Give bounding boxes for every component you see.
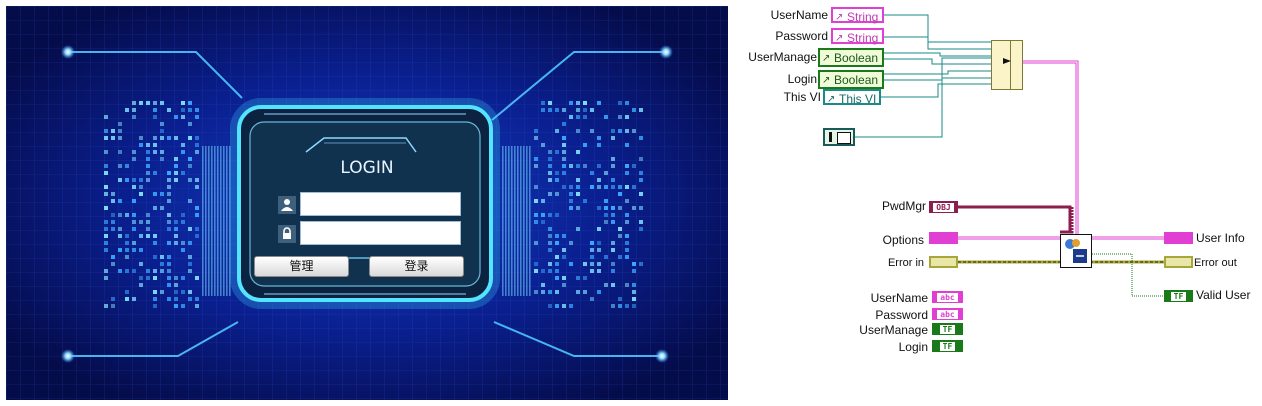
error-out-label: Error out xyxy=(1194,257,1237,269)
pwdmgr-label: PwdMgr xyxy=(881,199,926,213)
this-vi-ref-type: This VI xyxy=(839,92,877,106)
reference-icon: ↗ xyxy=(827,94,836,105)
bottom-control-terminal[interactable]: TF xyxy=(932,323,963,335)
login-title: LOGIN xyxy=(340,158,394,178)
vi-icon xyxy=(837,132,851,144)
username-ref-control[interactable]: ↗ String xyxy=(831,7,884,24)
bottom-control-label: UserName xyxy=(870,291,928,305)
validate-user-subvi[interactable] xyxy=(1060,234,1092,268)
password-ref-type: String xyxy=(847,31,879,45)
bottom-control-type: TF xyxy=(939,342,956,351)
lock-icon xyxy=(278,225,296,243)
bottom-control-label: Password xyxy=(875,308,928,322)
user-icon xyxy=(278,196,296,214)
error-out-terminal[interactable] xyxy=(1164,256,1193,268)
usermanage-ref-type: Boolean xyxy=(834,51,879,65)
this-vi-ref-label: This VI xyxy=(783,90,821,104)
reference-icon: ↗ xyxy=(822,53,831,64)
block-diagram: UserName ↗ String Password ↗ String UserMa… xyxy=(732,0,1262,406)
login-button[interactable]: 登录 xyxy=(369,256,464,277)
pwdmgr-type: OBJ xyxy=(933,203,954,212)
login-ref-label: Login xyxy=(787,72,817,86)
reference-icon: ↗ xyxy=(835,33,844,44)
user-info-label: User Info xyxy=(1196,231,1245,245)
reference-icon xyxy=(829,132,832,142)
bottom-control-type: TF xyxy=(939,325,956,334)
static-vi-reference[interactable] xyxy=(823,128,855,146)
valid-user-terminal[interactable]: TF xyxy=(1164,290,1193,302)
username-ref-type: String xyxy=(847,10,879,24)
login-ref-control[interactable]: ↗ Boolean xyxy=(818,70,884,89)
password-ref-control[interactable]: ↗ String xyxy=(831,28,884,45)
login-ref-type: Boolean xyxy=(834,73,879,87)
usermanage-ref-control[interactable]: ↗ Boolean xyxy=(818,48,884,67)
username-input[interactable] xyxy=(300,192,461,216)
reference-icon: ↗ xyxy=(822,75,831,86)
user-info-terminal[interactable] xyxy=(1164,232,1193,244)
options-terminal[interactable] xyxy=(929,232,958,244)
manage-button[interactable]: 管理 xyxy=(254,256,349,277)
bottom-control-type: abc xyxy=(937,310,958,319)
reference-icon: ↗ xyxy=(835,12,844,23)
property-node[interactable] xyxy=(991,40,1023,90)
valid-user-type: TF xyxy=(1170,292,1187,301)
bottom-control-label: Login xyxy=(898,340,928,354)
bottom-control-terminal[interactable]: TF xyxy=(932,340,963,352)
bottom-control-terminal[interactable]: abc xyxy=(932,291,963,303)
bottom-control-label: UserManage xyxy=(859,323,928,337)
password-input[interactable] xyxy=(300,221,461,245)
bottom-control-terminal[interactable]: abc xyxy=(932,308,963,320)
this-vi-ref-control[interactable]: ↗ This VI xyxy=(823,89,881,106)
valid-user-label: Valid User xyxy=(1196,288,1251,302)
username-ref-label: UserName xyxy=(770,8,828,22)
options-label: Options xyxy=(882,233,924,247)
error-in-label: Error in xyxy=(887,257,924,269)
front-panel: LOGIN 管理 登录 xyxy=(6,6,728,400)
pwdmgr-terminal[interactable]: OBJ xyxy=(929,201,958,213)
usermanage-ref-label: UserManage xyxy=(748,50,817,64)
bottom-control-type: abc xyxy=(937,293,958,302)
password-ref-label: Password xyxy=(775,29,828,43)
error-in-terminal[interactable] xyxy=(929,256,958,268)
